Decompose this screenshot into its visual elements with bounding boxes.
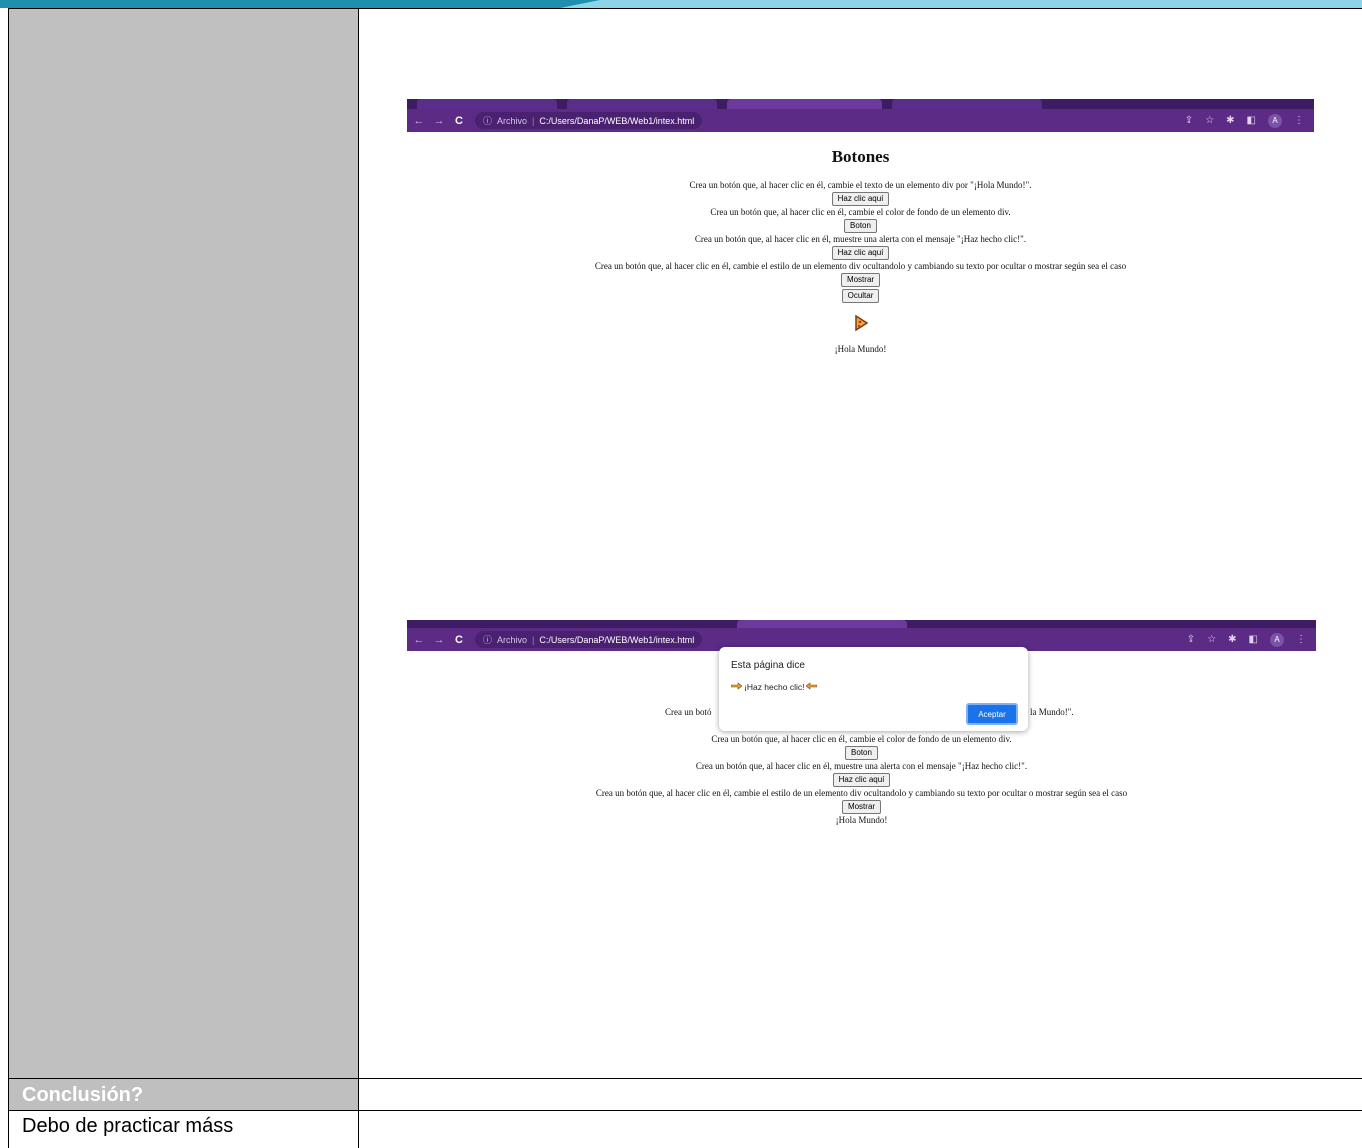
back-arrow-icon[interactable]: ← [411,634,427,646]
profile-avatar[interactable]: A [1268,113,1282,128]
profile-avatar[interactable]: A [1270,632,1284,647]
dialog-message-row: ¡Haz hecho clic! [730,681,818,692]
address-separator: | [532,634,535,645]
address-prefix: Archivo [497,634,528,645]
exercise-text-4: Crea un botón que, al hacer clic en él, … [595,788,1128,798]
change-color-button[interactable]: Boton [845,746,878,760]
exercise-text-1-partial-right: la Mundo!". [1030,707,1074,717]
show-button[interactable]: Mostrar [841,800,882,814]
star-icon[interactable]: ☆ [1207,634,1216,645]
forward-arrow-icon[interactable]: → [431,634,447,646]
browser-tab-strip [407,99,1314,109]
pointing-hand-icon [730,681,743,692]
pizza-icon [854,314,868,333]
header-wave-graphic [0,0,1362,8]
pointing-hand-icon [805,681,818,692]
back-arrow-icon[interactable]: ← [411,115,427,127]
reload-icon[interactable]: C [451,634,467,646]
browser-toolbar: ← → C ⓘ Archivo | C:/Users/DanaP/WEB/Web… [407,109,1314,132]
exercise-text-1-partial-left: Crea un botó [665,707,712,717]
conclusion-label: Conclusión? [22,1084,144,1106]
exercise-text-3: Crea un botón que, al hacer clic en él, … [695,761,1028,771]
share-icon[interactable]: ⇪ [1185,115,1193,126]
conclusion-text: Debo de practicar máss [22,1115,234,1137]
hide-button[interactable]: Ocultar [841,289,880,303]
show-button[interactable]: Mostrar [840,273,881,287]
change-text-button[interactable]: Haz clic aquí [831,192,890,206]
reload-icon[interactable]: C [451,115,467,127]
address-prefix: Archivo [497,115,528,126]
conclusion-value-cell [358,1078,1362,1111]
dialog-message: ¡Haz hecho clic! [744,681,805,692]
info-icon: ⓘ [483,116,493,126]
conclusion-text-right-cell [358,1110,1362,1148]
menu-kebab-icon[interactable]: ⋮ [1294,115,1304,126]
exercise-text-4: Crea un botón que, al hacer clic en él, … [594,261,1127,271]
extensions-icon[interactable]: ✱ [1226,115,1234,126]
browser-tab-strip [407,620,1316,628]
page-title: Botones [831,147,890,166]
change-color-button[interactable]: Boton [844,219,877,233]
address-url: C:/Users/DanaP/WEB/Web1/intex.html [539,115,695,126]
page-content: Crea un botón que, al hacer clic en él, … [407,733,1316,827]
browser-screenshot-2: ← → C ⓘ Archivo | C:/Users/DanaP/WEB/Web… [407,620,1316,830]
star-icon[interactable]: ☆ [1205,115,1214,126]
share-icon[interactable]: ⇪ [1187,634,1195,645]
left-gray-cell [8,8,359,1079]
accept-button[interactable]: Aceptar [966,703,1018,725]
address-bar[interactable]: ⓘ Archivo | C:/Users/DanaP/WEB/Web1/inte… [475,112,703,129]
dialog-title: Esta página dice [731,660,805,671]
page-content: Botones Crea un botón que, al hacer clic… [407,147,1314,356]
extensions-icon[interactable]: ✱ [1228,634,1236,645]
alert-button[interactable]: Haz clic aquí [831,246,890,260]
conclusion-text-cell: Debo de practicar máss [8,1110,359,1148]
address-url: C:/Users/DanaP/WEB/Web1/intex.html [539,634,695,645]
conclusion-label-cell: Conclusión? [8,1078,359,1111]
document-header-band [0,0,1362,8]
exercise-text-1: Crea un botón que, al hacer clic en él, … [689,180,1032,190]
address-bar[interactable]: ⓘ Archivo | C:/Users/DanaP/WEB/Web1/inte… [475,631,703,648]
forward-arrow-icon[interactable]: → [431,115,447,127]
browser-screenshot-1: ← → C ⓘ Archivo | C:/Users/DanaP/WEB/Web… [407,99,1314,369]
alert-button[interactable]: Haz clic aquí [832,773,891,787]
hola-mundo-text: ¡Hola Mundo! [835,815,888,825]
sidepanel-icon[interactable]: ◧ [1247,115,1256,126]
hola-mundo-text: ¡Hola Mundo! [834,344,887,354]
alert-dialog: Esta página dice ¡Haz hecho clic! Acepta… [719,647,1028,731]
info-icon: ⓘ [483,635,493,645]
sidepanel-icon[interactable]: ◧ [1249,634,1258,645]
exercise-text-2: Crea un botón que, al hacer clic en él, … [710,207,1011,217]
exercise-text-2: Crea un botón que, al hacer clic en él, … [711,734,1012,744]
address-separator: | [532,115,535,126]
exercise-text-3: Crea un botón que, al hacer clic en él, … [694,234,1027,244]
menu-kebab-icon[interactable]: ⋮ [1296,634,1306,645]
